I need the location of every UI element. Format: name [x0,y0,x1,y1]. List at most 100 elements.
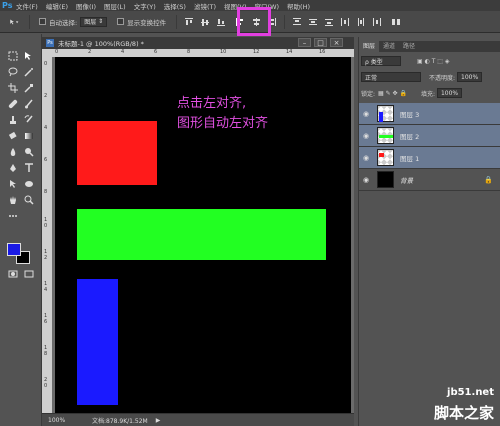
brush-icon[interactable] [22,98,36,110]
menu-file[interactable]: 文件(F) [16,1,38,11]
foreground-color-swatch[interactable] [7,243,21,256]
distribute-top-icon[interactable] [292,17,302,27]
minimize-button[interactable]: – [298,38,311,47]
rectangular-marquee-icon[interactable] [6,50,20,62]
ruler-tick: 16 [319,49,326,55]
filter-icons[interactable]: ▣ ◐ T ⬚ ◈ [417,58,449,65]
filter-type-dropdown[interactable]: ρ 类型 [361,56,401,66]
ruler-tick: 8 [187,49,191,55]
eyedropper-icon[interactable] [22,82,36,94]
clone-stamp-icon[interactable] [6,114,20,126]
history-brush-icon[interactable] [22,114,36,126]
green-rectangle-layer[interactable] [77,209,326,260]
quick-mask-icon[interactable] [6,268,20,280]
screen-mode-icon[interactable] [22,268,36,280]
auto-select-checkbox[interactable] [39,18,46,25]
distribute-right-icon[interactable] [372,17,382,27]
gradient-icon[interactable] [22,130,36,142]
align-bottom-icon[interactable] [216,17,226,27]
auto-select-value: 图层 [84,19,97,26]
blue-rectangle-layer[interactable] [77,279,118,405]
menu-select[interactable]: 选择(S) [164,1,186,11]
visibility-eye-icon[interactable]: ◉ [359,110,373,118]
magic-wand-icon[interactable] [22,66,36,78]
menu-image[interactable]: 图像(I) [76,1,96,11]
layer-row[interactable]: ◉ 图层 2 [359,125,500,147]
menu-type[interactable]: 文字(Y) [134,1,156,11]
ruler-tick: 10 [220,49,227,55]
document-window: Ps 未标题-1 @ 100%(RGB/8) * – □ × 0 2 4 6 8… [42,37,354,426]
watermark-url: jb51.net [447,387,494,398]
spot-healing-icon[interactable] [6,98,20,110]
lasso-icon[interactable] [6,66,20,78]
vertical-ruler[interactable]: 0 2 4 6 8 1 0 1 2 1 4 1 6 1 8 2 0 [42,49,52,413]
layer-row[interactable]: ◉ 背景 🔒 [359,169,500,191]
dodge-icon[interactable] [22,146,36,158]
layer-name[interactable]: 背景 [400,175,413,185]
layer-thumbnail [377,127,394,144]
pen-icon[interactable] [6,162,20,174]
layer-name[interactable]: 图层 2 [400,131,419,141]
watermark-text: 脚本之家 [433,404,494,422]
layer-name[interactable]: 图层 1 [400,153,419,163]
blend-mode-value: 正常 [365,74,378,82]
visibility-eye-icon[interactable]: ◉ [359,132,373,140]
fill-input[interactable]: 100% [436,88,463,98]
ellipse-shape-icon[interactable] [22,178,36,190]
document-tab[interactable]: Ps 未标题-1 @ 100%(RGB/8) * – □ × [42,37,354,49]
tab-channels[interactable]: 通道 [379,41,399,52]
distribute-bottom-icon[interactable] [324,17,334,27]
align-vertical-center-icon[interactable] [200,17,210,27]
menu-layer[interactable]: 图层(L) [104,1,126,11]
path-selection-icon[interactable] [6,178,20,190]
visibility-eye-icon[interactable]: ◉ [359,176,373,184]
menu-filter[interactable]: 滤镜(T) [194,1,216,11]
hand-icon[interactable] [6,194,20,206]
opacity-input[interactable]: 100% [457,72,483,82]
tab-paths[interactable]: 路径 [399,41,419,52]
crop-icon[interactable] [6,82,20,94]
canvas[interactable]: 点击左对齐, 图形自动左对齐 [55,57,351,413]
maximize-button[interactable]: □ [314,38,327,47]
blend-mode-dropdown[interactable]: 正常 [361,72,421,82]
lock-row: 锁定: ▦ ✎ ✥ 🔒 填充: 100% [361,87,499,99]
visibility-eye-icon[interactable]: ◉ [359,154,373,162]
horizontal-ruler[interactable]: 0 2 4 6 8 10 12 14 16 [52,49,354,57]
zoom-level[interactable]: 100% [48,417,78,424]
panel-tabs: 图层 通道 路径 [359,41,500,52]
status-menu-arrow-icon[interactable]: ▶ [156,417,161,424]
auto-select-label: 自动选择: [49,18,78,27]
red-rectangle-layer[interactable] [77,121,157,185]
ruler-tick: 12 [253,49,260,55]
watermark: jb51.net 脚本之家 [370,385,500,426]
move-tool-icon[interactable] [22,50,36,62]
lock-icons[interactable]: ▦ ✎ ✥ 🔒 [378,90,407,97]
zoom-icon[interactable] [22,194,36,206]
auto-select-dropdown[interactable]: 图层 ⇕ [80,16,108,27]
ruler-tick: 14 [286,49,293,55]
menu-edit[interactable]: 编辑(E) [46,1,68,11]
blur-icon[interactable] [6,146,20,158]
filter-type-label: ρ 类型 [365,58,383,66]
eraser-icon[interactable] [6,130,20,142]
move-tool-preset-icon[interactable] [6,17,22,27]
distribute-horizontal-center-icon[interactable] [356,17,366,27]
ruler-tick: 1 8 [44,345,48,357]
layer-name[interactable]: 图层 3 [400,109,419,119]
type-tool-icon[interactable] [22,162,36,174]
more-tools-icon[interactable] [6,210,20,222]
distribute-left-icon[interactable] [340,17,350,27]
tools-panel [0,34,42,426]
distribute-vertical-center-icon[interactable] [308,17,318,27]
layers-panel: 图层 通道 路径 ρ 类型 ▣ ◐ T ⬚ ◈ 正常 不透明度: 100% 锁定… [358,37,500,426]
ruler-tick: 2 [88,49,92,55]
layer-row[interactable]: ◉ 图层 3 [359,103,500,125]
menu-help[interactable]: 帮助(H) [287,1,310,11]
ruler-tick: 6 [154,49,158,55]
auto-align-icon[interactable] [391,17,401,27]
align-top-icon[interactable] [184,17,194,27]
layer-row[interactable]: ◉ 图层 1 [359,147,500,169]
close-button[interactable]: × [330,38,343,47]
tab-layers[interactable]: 图层 [359,41,380,52]
show-transform-checkbox[interactable] [117,18,125,25]
